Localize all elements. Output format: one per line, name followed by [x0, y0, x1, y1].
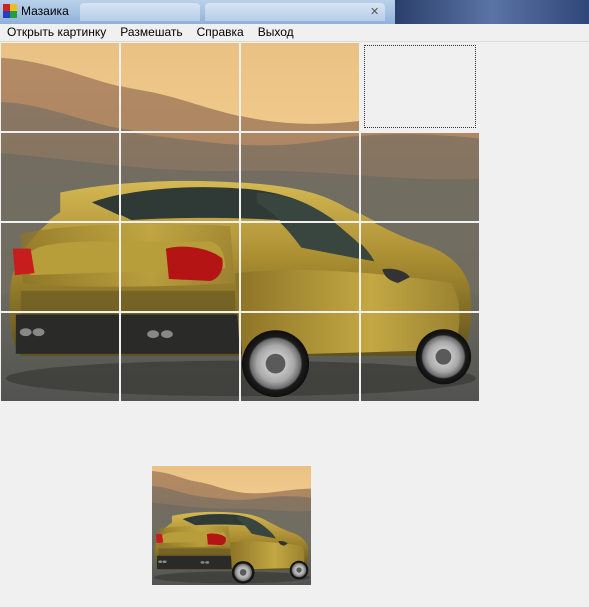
puzzle-tile[interactable]: [241, 313, 359, 401]
puzzle-tile[interactable]: [121, 133, 239, 221]
focus-frame: [364, 45, 476, 128]
menu-shuffle[interactable]: Размешать: [113, 24, 189, 41]
puzzle-tile[interactable]: [241, 133, 359, 221]
menu-open-picture[interactable]: Открыть картинку: [0, 24, 113, 41]
puzzle-tile[interactable]: [1, 133, 119, 221]
menu-bar: Открыть картинку Размешать Справка Выход: [0, 24, 589, 42]
puzzle-board: [0, 42, 479, 401]
title-bar: ✕ Мазаика: [0, 0, 589, 24]
background-window-strip: [395, 0, 589, 24]
puzzle-tile[interactable]: [1, 43, 119, 131]
puzzle-tile[interactable]: [121, 43, 239, 131]
window-title: Мазаика: [21, 4, 69, 18]
puzzle-tile[interactable]: [241, 223, 359, 311]
puzzle-tile[interactable]: [1, 313, 119, 401]
menu-exit[interactable]: Выход: [251, 24, 301, 41]
menu-help[interactable]: Справка: [190, 24, 251, 41]
puzzle-tile[interactable]: [241, 43, 359, 131]
puzzle-tile[interactable]: [361, 223, 479, 311]
puzzle-tile[interactable]: [361, 313, 479, 401]
preview-image: [152, 466, 311, 585]
background-tab: [80, 3, 200, 21]
puzzle-tile[interactable]: [121, 313, 239, 401]
puzzle-tile[interactable]: [1, 223, 119, 311]
puzzle-empty-tile[interactable]: [361, 43, 479, 131]
puzzle-tile[interactable]: [121, 223, 239, 311]
background-tab: [205, 3, 385, 21]
colored-tiles-icon: [3, 4, 17, 18]
close-icon: ✕: [370, 6, 380, 18]
puzzle-tile[interactable]: [361, 133, 479, 221]
